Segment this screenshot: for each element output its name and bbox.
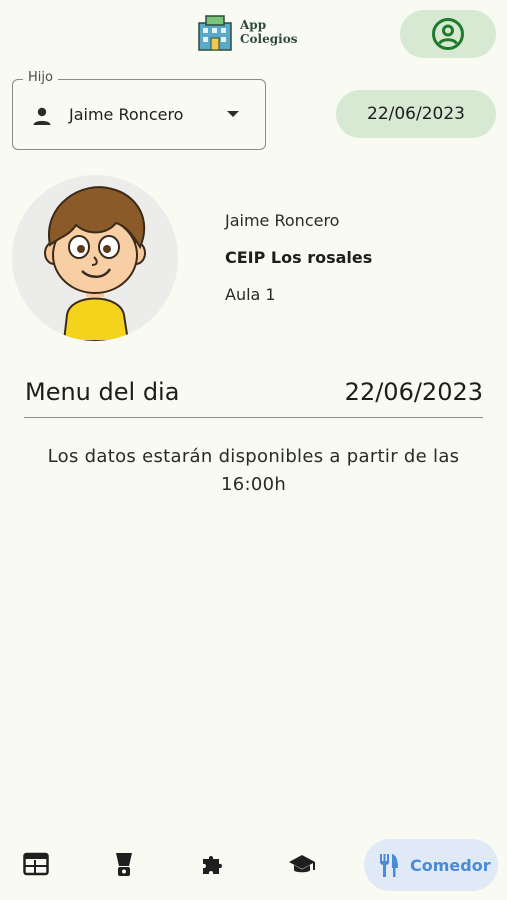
boy-avatar-illustration: [12, 175, 178, 341]
child-dropdown-label: Hijo: [23, 70, 58, 85]
student-name: Jaime Roncero: [225, 211, 340, 230]
nav-item-news[interactable]: [16, 844, 56, 884]
student-classroom: Aula 1: [225, 285, 276, 304]
menu-date: 22/06/2023: [344, 378, 483, 406]
logo-line-1: App: [240, 18, 267, 32]
dropdown-arrow-icon[interactable]: [226, 109, 240, 119]
newspaper-icon: [23, 852, 49, 876]
menu-title: Menu del dia: [25, 378, 180, 406]
puzzle-icon: [203, 856, 222, 874]
app-logo-text: App Colegios: [240, 18, 297, 46]
bottom-navigation: Comedor: [0, 832, 507, 900]
student-school: CEIP Los rosales: [225, 248, 373, 267]
blender-icon: [116, 853, 132, 876]
app-header: App Colegios: [0, 0, 507, 64]
student-avatar: [12, 175, 178, 341]
app-logo: App Colegios: [196, 13, 297, 51]
school-building-icon: [198, 15, 232, 51]
nav-item-comedor[interactable]: Comedor: [364, 839, 498, 891]
school-icon: [289, 855, 315, 873]
menu-availability-message: Los datos estarán disponibles a partir d…: [47, 446, 460, 495]
nav-item-comedor-label: Comedor: [410, 855, 491, 875]
child-dropdown[interactable]: Hijo Jaime Roncero: [12, 70, 266, 150]
nav-item-blender[interactable]: [104, 844, 144, 884]
logo-line-2: Colegios: [240, 32, 298, 46]
profile-button[interactable]: [400, 10, 496, 58]
account-circle-icon: [432, 18, 464, 50]
date-picker-button[interactable]: 22/06/2023: [336, 90, 496, 138]
person-icon: [33, 107, 51, 125]
selected-child-name: Jaime Roncero: [69, 105, 184, 124]
restaurant-icon: [380, 854, 398, 877]
nav-item-school[interactable]: [282, 844, 322, 884]
nav-item-activities[interactable]: [193, 844, 233, 884]
menu-divider: [24, 417, 483, 418]
